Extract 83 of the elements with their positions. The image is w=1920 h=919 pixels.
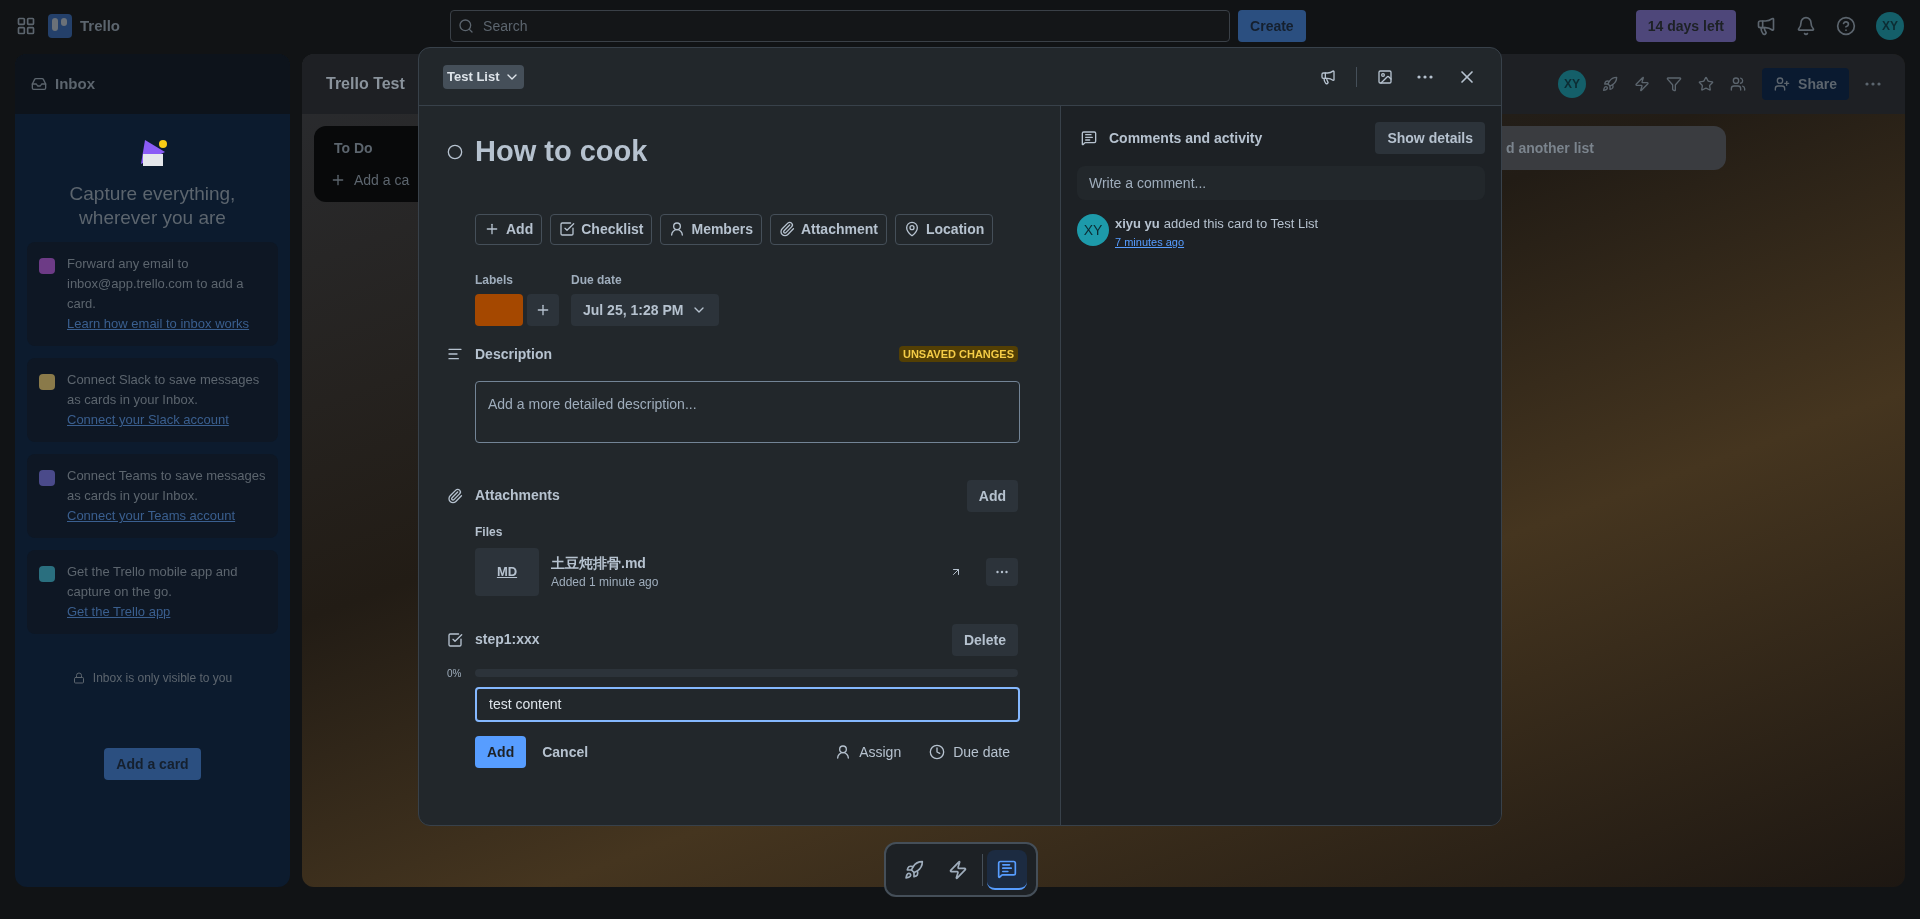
tip-text: Connect Slack to save messages as cards in your Inbox. <box>67 371 261 409</box>
file-thumbnail[interactable]: MD <box>475 547 539 596</box>
checkbox-icon <box>559 221 576 237</box>
more-icon[interactable] <box>1417 74 1433 79</box>
list-dropdown[interactable]: Test List <box>443 64 524 89</box>
person-icon <box>669 221 686 237</box>
rocket-icon[interactable] <box>1602 76 1619 92</box>
person-icon <box>835 743 852 760</box>
checklist-title: step1:xxx <box>475 630 541 649</box>
search-icon <box>458 18 475 34</box>
tip-text: Get the Trello mobile app and capture on the go. <box>67 563 239 601</box>
image-icon[interactable] <box>1377 68 1393 85</box>
assign-button[interactable]: Assign <box>827 735 910 768</box>
user-avatar: XY <box>1077 214 1109 246</box>
unsaved-changes-badge: UNSAVED CHANGES <box>898 345 1018 363</box>
files-heading: Files <box>475 523 504 540</box>
checklist-item-field[interactable]: test content <box>475 686 1020 722</box>
activity-heading: Comments and activity <box>1109 128 1264 148</box>
card-title: How to cook <box>475 134 648 169</box>
item-due-date-button[interactable]: Due date <box>921 735 1018 768</box>
inbox-heading: Capture everything, wherever you are <box>68 182 237 230</box>
pin-icon <box>903 221 920 237</box>
show-details-button[interactable]: Show details <box>1375 122 1485 154</box>
lock-icon <box>72 672 85 684</box>
more-icon <box>1865 82 1881 86</box>
complete-circle-icon[interactable] <box>447 143 463 160</box>
checklist-icon <box>447 631 463 648</box>
add-label-button[interactable] <box>527 293 559 326</box>
action-button[interactable]: Members <box>660 213 762 245</box>
action-button[interactable]: Checklist <box>550 213 653 245</box>
action-button[interactable]: Add <box>475 213 543 245</box>
label-chip[interactable] <box>475 293 523 326</box>
file-name[interactable]: 土豆炖排骨.md <box>551 553 938 574</box>
clock-icon <box>929 743 946 760</box>
plus-icon <box>484 221 500 237</box>
action-button[interactable]: Location <box>894 213 994 245</box>
description-icon <box>447 346 463 362</box>
progress-percent: 0% <box>447 666 463 681</box>
add-item-button[interactable]: Add <box>475 735 527 768</box>
add-person-icon <box>1774 76 1791 92</box>
inbox-icon <box>31 76 47 92</box>
comment-icon <box>997 858 1017 879</box>
notifications-icon[interactable] <box>1796 16 1816 36</box>
comment-field[interactable]: Write a comment... <box>1077 166 1485 200</box>
search-field[interactable]: Search <box>450 10 1231 42</box>
dock-button[interactable] <box>987 849 1027 890</box>
star-icon[interactable] <box>1698 76 1715 92</box>
plus-icon <box>330 172 346 188</box>
filter-icon[interactable] <box>1666 76 1683 92</box>
activity-text: added this card to Test List <box>1163 215 1319 233</box>
tip-text: Forward any email to inbox@app.trello.com to add a card. <box>67 255 245 313</box>
people-icon[interactable] <box>1730 76 1747 92</box>
paperclip-icon <box>778 221 795 237</box>
delete-checklist-button[interactable]: Delete <box>951 623 1018 656</box>
description-field[interactable]: Add a more detailed description... <box>475 380 1020 443</box>
megaphone-icon[interactable] <box>1320 68 1336 85</box>
due-date-dropdown[interactable]: Jul 25, 1:28 PM <box>571 293 720 326</box>
file-menu-button[interactable] <box>986 557 1018 586</box>
due-date-heading: Due date <box>571 271 623 288</box>
activity-user: xiyu yu <box>1115 215 1160 233</box>
add-attachment-button[interactable]: Add <box>966 479 1018 512</box>
action-button[interactable]: Attachment <box>769 213 887 245</box>
more-icon <box>996 569 1008 574</box>
paperclip-icon <box>447 487 463 504</box>
help-icon[interactable] <box>1836 16 1856 36</box>
cancel-button[interactable]: Cancel <box>530 735 601 768</box>
labels-heading: Labels <box>475 271 514 288</box>
comment-icon <box>1081 130 1097 146</box>
rocket-icon <box>904 859 924 880</box>
description-heading: Description <box>475 344 553 364</box>
app-name: Trello <box>80 15 120 36</box>
file-added-time: Added 1 minute ago <box>551 574 660 590</box>
privacy-note: Inbox is only visible to you <box>92 670 233 686</box>
tip-text: Connect Teams to save messages as cards in your Inbox. <box>67 467 266 505</box>
apps-grid-icon[interactable] <box>16 16 36 36</box>
lightning-icon[interactable] <box>1634 76 1651 92</box>
board-title: Trello Test <box>326 74 405 94</box>
logo-icon <box>48 14 72 38</box>
inbox-title: Inbox <box>55 73 95 94</box>
list-title: To Do <box>333 139 374 158</box>
activity-time-link[interactable]: 7 minutes ago <box>1115 233 1319 250</box>
lightning-icon <box>948 859 968 880</box>
attachments-heading: Attachments <box>475 486 561 505</box>
